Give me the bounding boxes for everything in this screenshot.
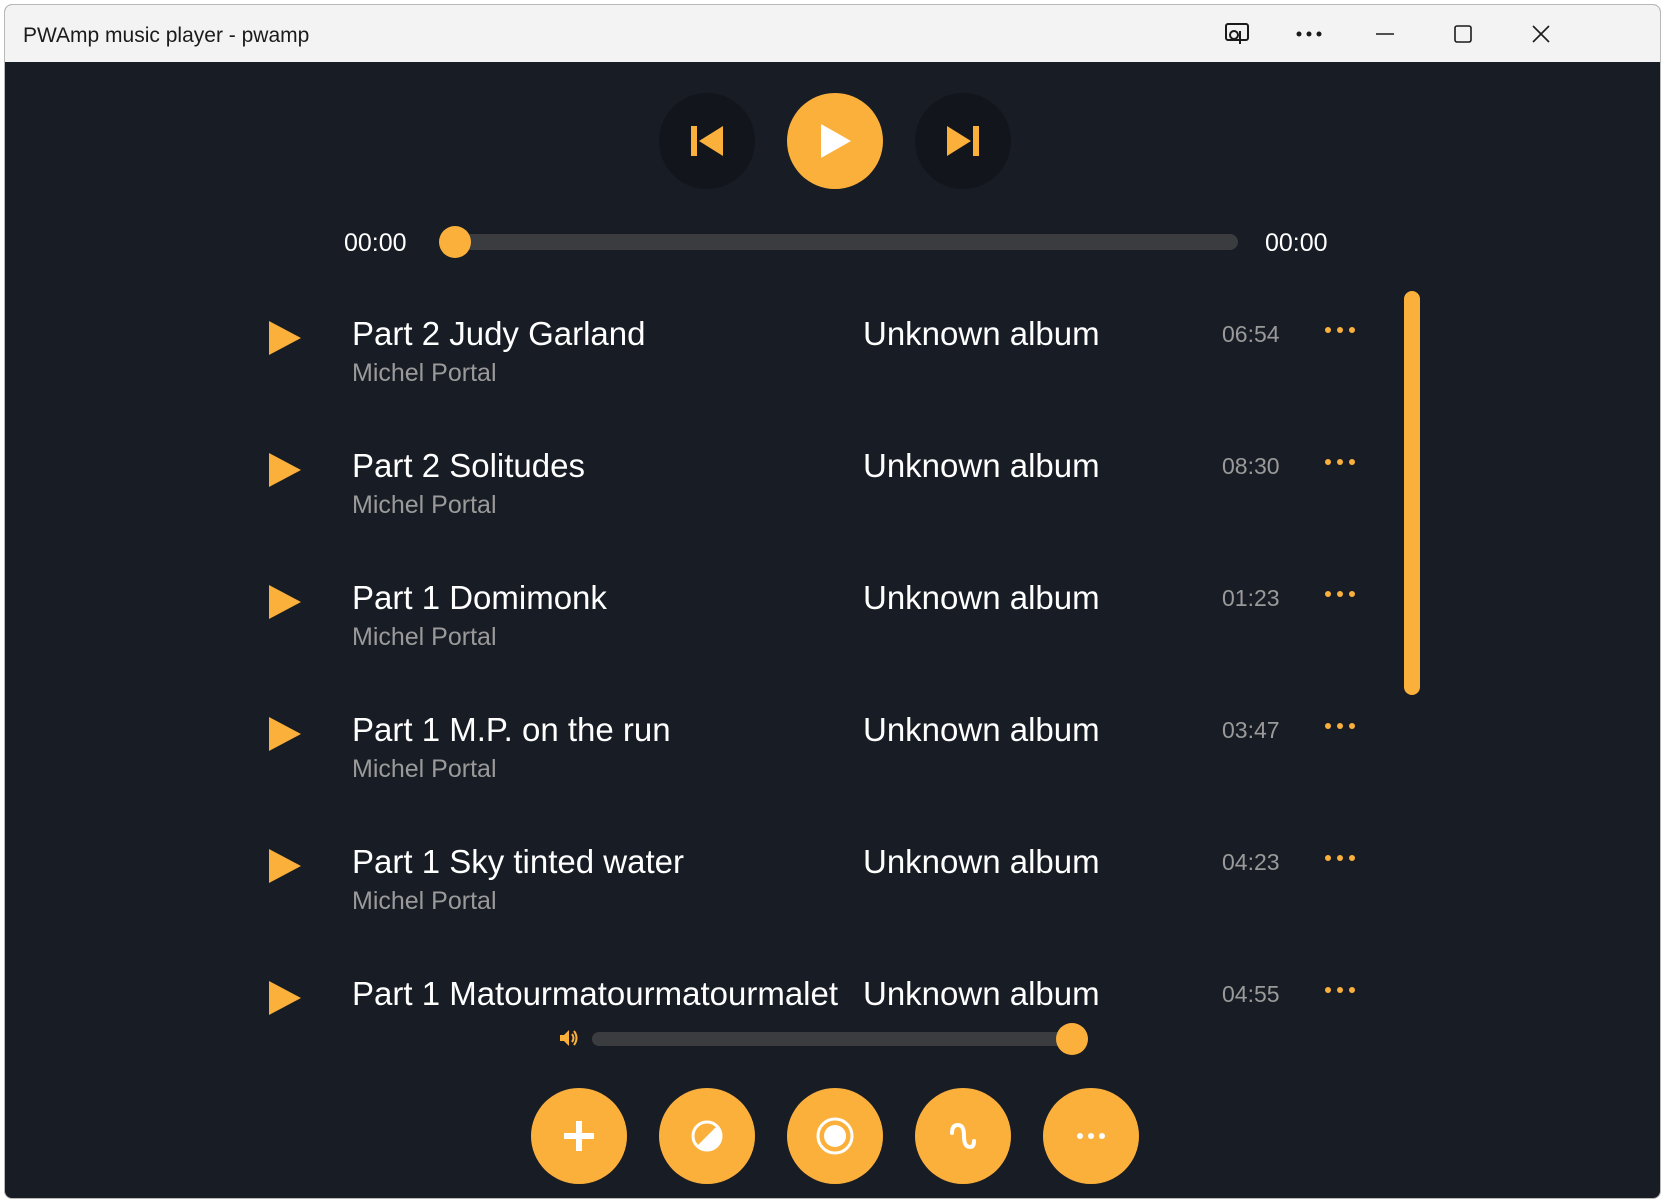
minimize-button[interactable] — [1355, 13, 1415, 55]
maximize-button[interactable] — [1433, 13, 1493, 55]
track-row[interactable]: Part 1 Matourmatourmatourmalet Unknown a… — [5, 961, 1405, 1081]
play-track-icon[interactable] — [269, 453, 301, 487]
more-options-button[interactable] — [1043, 1088, 1139, 1184]
track-title: Part 2 Judy Garland — [352, 315, 646, 352]
track-more-icon[interactable] — [1325, 589, 1355, 599]
track-duration: 06:54 — [1222, 321, 1280, 347]
add-button[interactable] — [531, 1088, 627, 1184]
volume-icon[interactable] — [558, 1026, 580, 1050]
previous-icon — [691, 126, 723, 156]
previous-button[interactable] — [659, 93, 755, 189]
play-track-icon[interactable] — [269, 321, 301, 355]
title-bar: PWAmp music player - pwamp — [5, 5, 1660, 62]
track-more-icon[interactable] — [1325, 985, 1355, 995]
title-more-button[interactable] — [1279, 13, 1339, 55]
volume-thumb[interactable] — [1056, 1023, 1088, 1055]
track-artist: Michel Portal — [352, 887, 497, 915]
more-icon — [1296, 31, 1322, 37]
cast-icon — [1225, 23, 1249, 44]
cast-button[interactable] — [1207, 13, 1267, 55]
track-title: Part 2 Solitudes — [352, 447, 585, 484]
track-title: Part 1 Domimonk — [352, 579, 607, 616]
track-album: Unknown album — [863, 447, 1100, 484]
playlist-scrollbar[interactable] — [1404, 291, 1420, 695]
track-title: Part 1 Sky tinted water — [352, 843, 684, 880]
track-row[interactable]: Part 2 Solitudes Michel Portal Unknown a… — [5, 433, 1405, 553]
play-track-icon[interactable] — [269, 585, 301, 619]
track-album: Unknown album — [863, 579, 1100, 616]
total-time: 00:00 — [1265, 229, 1328, 257]
track-row[interactable]: Part 2 Judy Garland Michel Portal Unknow… — [5, 301, 1405, 421]
track-artist: Michel Portal — [352, 359, 497, 387]
seek-thumb[interactable] — [439, 226, 471, 258]
track-more-icon[interactable] — [1325, 853, 1355, 863]
app-window: PWAmp music player - pwamp 00:00 00:00 P… — [4, 4, 1661, 1199]
more-options-icon — [1077, 1133, 1105, 1139]
theme-button[interactable] — [659, 1088, 755, 1184]
track-row[interactable]: Part 1 Domimonk Michel Portal Unknown al… — [5, 565, 1405, 685]
visualizer-button[interactable] — [915, 1088, 1011, 1184]
window-title: PWAmp music player - pwamp — [23, 24, 310, 47]
track-album: Unknown album — [863, 315, 1100, 352]
next-icon — [947, 126, 979, 156]
add-icon — [564, 1121, 594, 1151]
maximize-icon — [1454, 25, 1472, 43]
record-button[interactable] — [787, 1088, 883, 1184]
track-title: Part 1 M.P. on the run — [352, 711, 671, 748]
track-more-icon[interactable] — [1325, 325, 1355, 335]
visualizer-icon — [950, 1122, 976, 1150]
track-artist: Michel Portal — [352, 755, 497, 783]
track-row[interactable]: Part 1 M.P. on the run Michel Portal Unk… — [5, 697, 1405, 817]
close-button[interactable] — [1511, 13, 1571, 55]
play-track-icon[interactable] — [269, 981, 301, 1015]
volume-track[interactable] — [592, 1032, 1067, 1046]
play-track-icon[interactable] — [269, 849, 301, 883]
record-icon — [816, 1117, 854, 1155]
track-album: Unknown album — [863, 843, 1100, 880]
track-album: Unknown album — [863, 975, 1100, 1012]
track-duration: 08:30 — [1222, 453, 1280, 479]
track-row[interactable]: Part 1 Sky tinted water Michel Portal Un… — [5, 829, 1405, 949]
theme-icon — [691, 1120, 723, 1152]
play-track-icon[interactable] — [269, 717, 301, 751]
track-duration: 03:47 — [1222, 717, 1280, 743]
track-artist: Michel Portal — [352, 623, 497, 651]
track-artist: Michel Portal — [352, 491, 497, 519]
track-duration: 04:23 — [1222, 849, 1280, 875]
close-icon — [1532, 25, 1550, 43]
track-album: Unknown album — [863, 711, 1100, 748]
current-time: 00:00 — [344, 229, 407, 257]
play-icon — [821, 124, 851, 158]
next-button[interactable] — [915, 93, 1011, 189]
track-duration: 04:55 — [1222, 981, 1280, 1007]
track-title: Part 1 Matourmatourmatourmalet — [352, 975, 839, 1012]
track-duration: 01:23 — [1222, 585, 1280, 611]
seek-track[interactable] — [445, 234, 1238, 250]
minimize-icon — [1376, 33, 1394, 35]
track-more-icon[interactable] — [1325, 721, 1355, 731]
track-more-icon[interactable] — [1325, 457, 1355, 467]
play-button[interactable] — [787, 93, 883, 189]
